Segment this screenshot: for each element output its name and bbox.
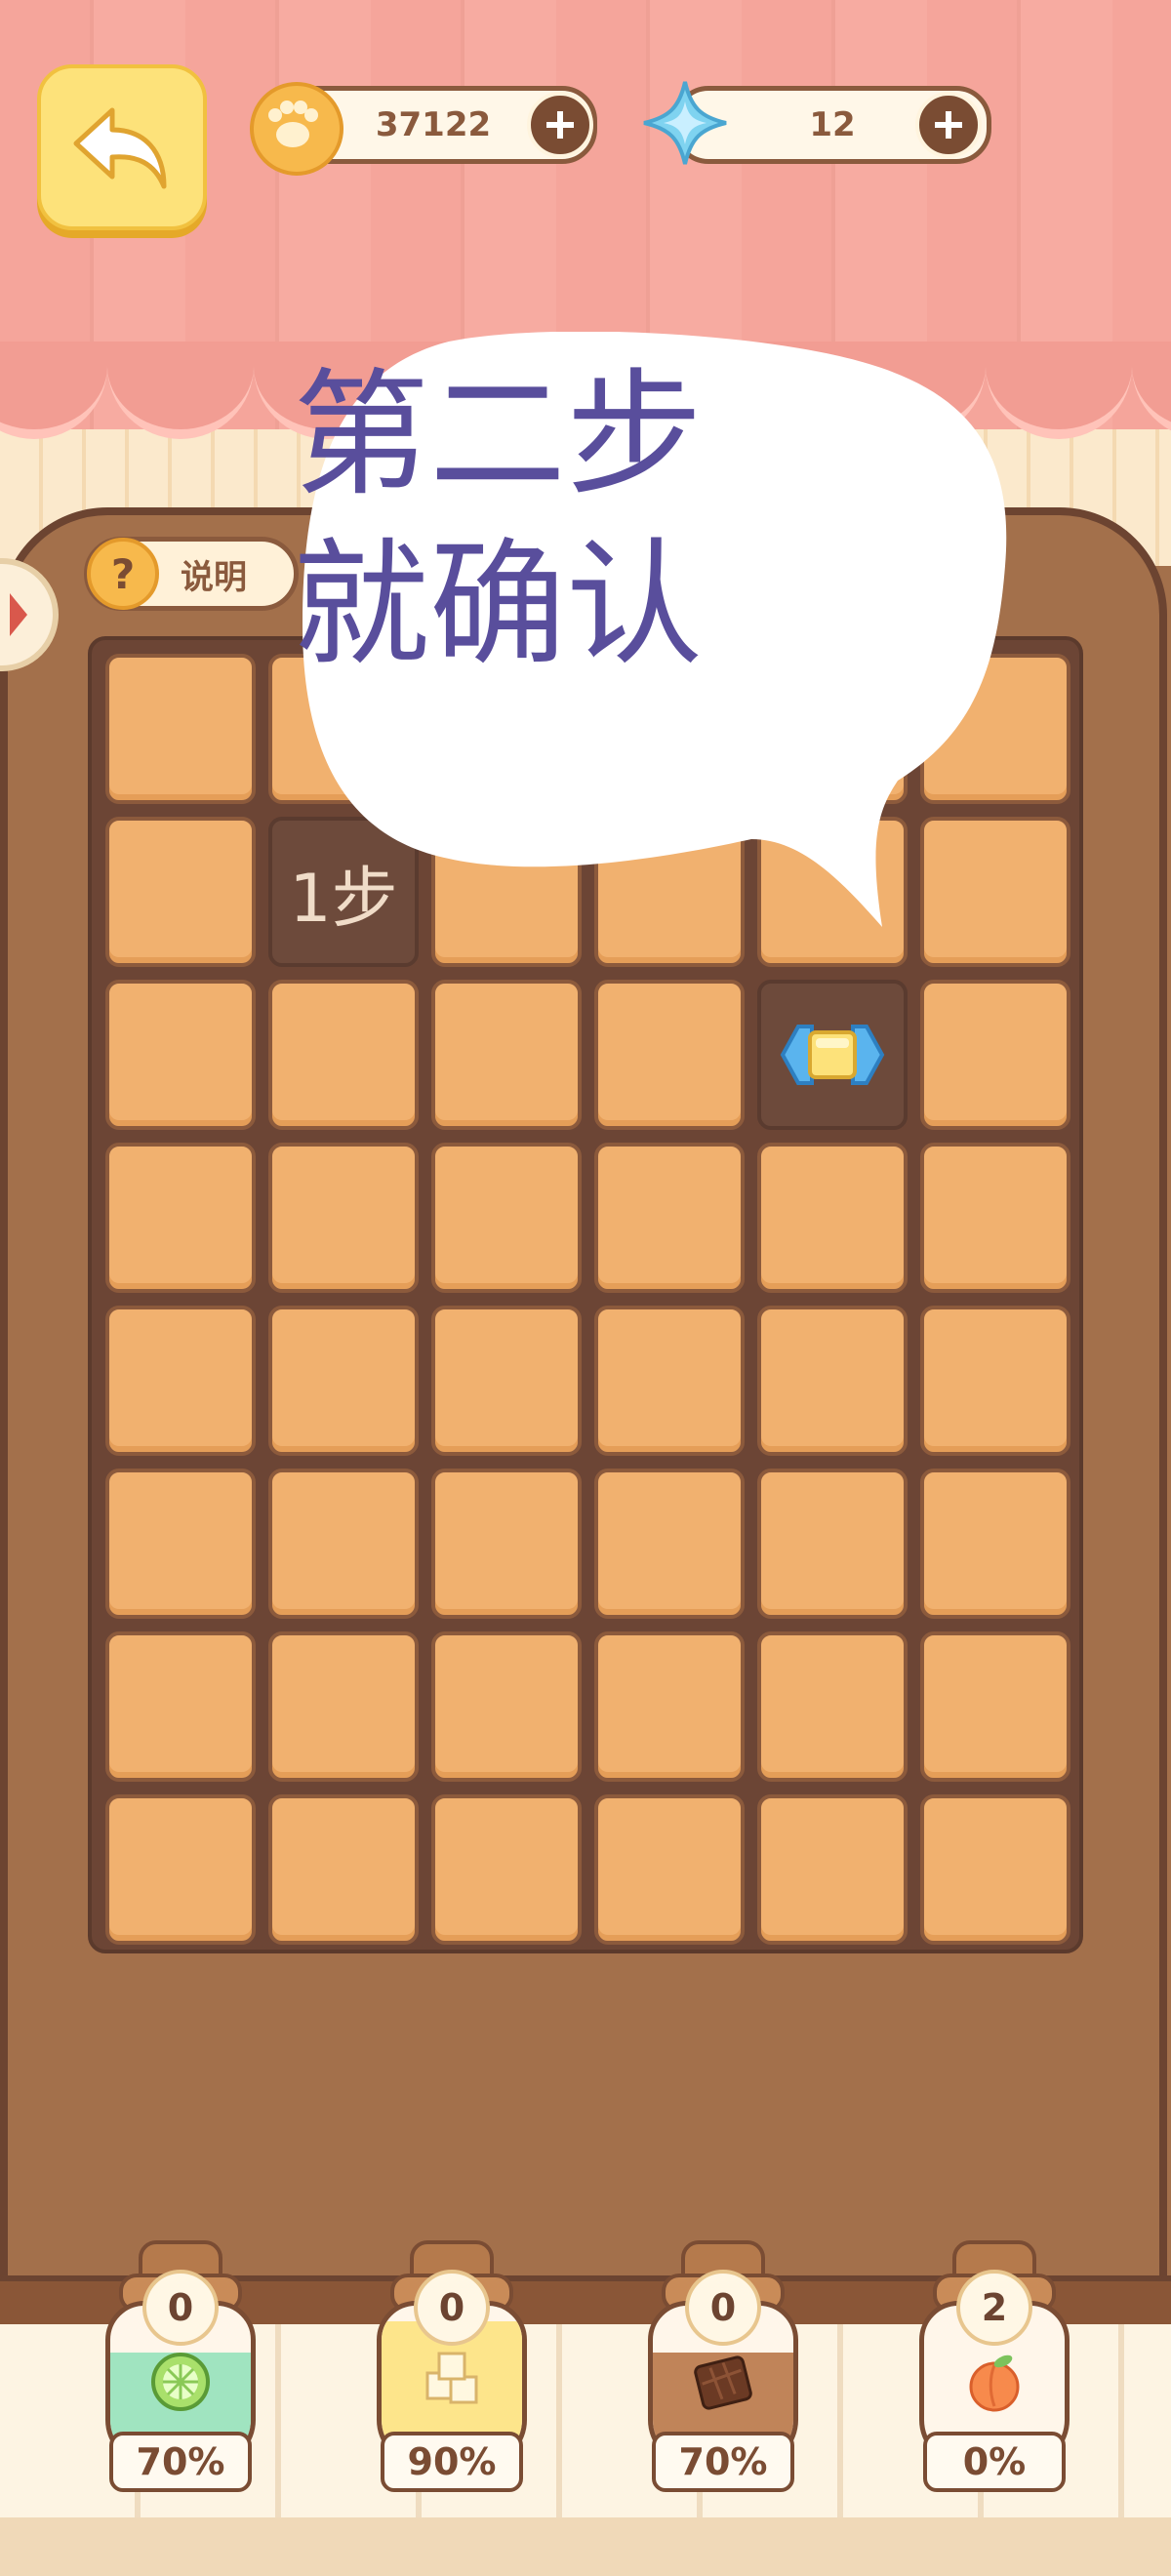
jar-percent: 70% [652,2432,794,2492]
question-icon: ? [87,538,159,610]
grid-tile[interactable] [757,980,908,1130]
grid-tile[interactable] [920,1631,1070,1782]
speech-line-2: 就确认 [293,526,704,685]
grid-tile[interactable] [920,1794,1070,1945]
jar-count: 2 [956,2270,1032,2346]
grid-tile[interactable] [594,1794,745,1945]
speech-bubble-text: 第二步 就确认 [293,351,898,820]
jar-count: 0 [142,2270,219,2346]
jar-peach[interactable]: 2 0% [911,2240,1077,2496]
grid-tile[interactable] [105,1306,256,1456]
grid-tile[interactable] [268,1469,419,1619]
grid-tile[interactable] [594,1306,745,1456]
sugar-cube-icon [425,2352,478,2404]
grid-tile[interactable] [105,1794,256,1945]
plus-icon [935,111,962,139]
grid-tile[interactable] [268,1794,419,1945]
grid-tile[interactable] [268,1306,419,1456]
coin-amount: 37122 [375,105,492,144]
grid-tile[interactable] [431,1469,582,1619]
grid-tile[interactable] [268,1631,419,1782]
sparkle-gem-icon [640,78,730,168]
add-gems-button[interactable] [915,92,982,158]
jar-count: 0 [414,2270,490,2346]
grid-tile[interactable] [920,980,1070,1130]
floor-edge [0,2517,1171,2576]
add-coins-button[interactable] [527,92,593,158]
chocolate-icon [694,2355,752,2410]
grid-tile[interactable] [105,1631,256,1782]
candy-roll-icon [780,1025,885,1085]
bow-icon [10,593,27,636]
grid-tile[interactable] [268,980,419,1130]
grid-tile[interactable] [105,817,256,967]
grid-tile[interactable] [757,1306,908,1456]
grid-tile[interactable] [920,1306,1070,1456]
grid-tile[interactable] [431,1306,582,1456]
grid-tile[interactable] [757,1794,908,1945]
lime-icon [151,2353,210,2411]
grid-tile[interactable] [757,1469,908,1619]
jar-percent: 0% [923,2432,1066,2492]
gem-amount: 12 [809,105,856,144]
speech-line-1: 第二步 [293,356,704,515]
jar-sugar[interactable]: 0 90% [369,2240,535,2496]
grid-tile[interactable] [105,654,256,804]
grid-tile[interactable] [105,1469,256,1619]
back-button[interactable] [37,64,207,230]
back-arrow-icon [73,107,167,189]
grid-tile[interactable] [594,980,745,1130]
grid-tile[interactable] [594,1469,745,1619]
grid-tile[interactable] [757,1143,908,1293]
grid-tile[interactable] [431,980,582,1130]
help-label: 说明 [181,557,247,597]
plus-icon [546,111,574,139]
grid-tile[interactable] [594,1631,745,1782]
jar-count: 0 [685,2270,761,2346]
jar-chocolate[interactable]: 0 70% [640,2240,806,2496]
grid-tile[interactable] [105,980,256,1130]
grid-tile[interactable] [757,1631,908,1782]
grid-tile[interactable] [431,1143,582,1293]
jar-percent: 90% [381,2432,523,2492]
help-button[interactable]: ? 说明 [84,537,299,611]
grid-tile[interactable] [431,1631,582,1782]
grid-tile[interactable] [920,1469,1070,1619]
paw-coin-icon [250,82,343,176]
grid-tile[interactable] [268,1143,419,1293]
grid-tile[interactable] [105,1143,256,1293]
grid-tile[interactable] [594,1143,745,1293]
jar-lime[interactable]: 0 70% [98,2240,263,2496]
grid-tile[interactable] [431,1794,582,1945]
grid-tile[interactable] [920,1143,1070,1293]
jar-percent: 70% [109,2432,252,2492]
peach-icon [969,2355,1020,2412]
